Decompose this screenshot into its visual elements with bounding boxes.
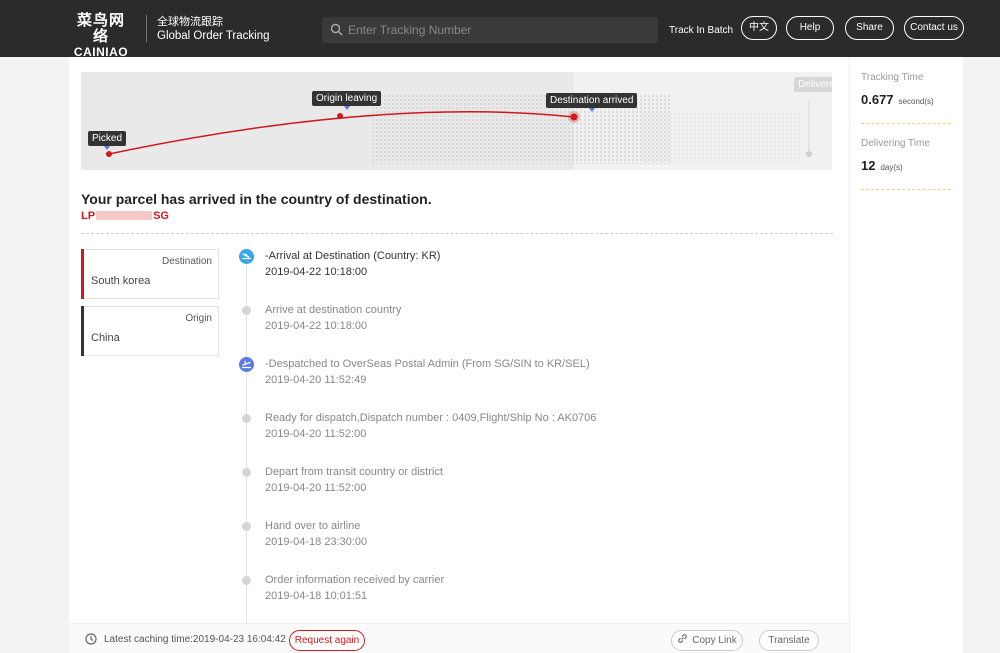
picked-point <box>106 151 112 157</box>
tracking-time-value: 0.677 second(s) <box>861 92 934 107</box>
tracking-time-label: Tracking Time <box>861 72 924 83</box>
plane-takeoff-icon <box>239 357 254 372</box>
copy-link-button[interactable]: Copy Link <box>671 630 743 651</box>
event-title: Ready for dispatch,Dispatch number : 040… <box>265 412 597 424</box>
cache-time-text: Latest caching time:2019-04-23 16:04:42 <box>104 634 286 645</box>
event-time: 2019-04-18 23:30:00 <box>265 536 368 548</box>
request-again-button[interactable]: Request again <box>289 630 365 651</box>
search-icon[interactable] <box>330 23 343 36</box>
tracking-number-input[interactable] <box>348 17 648 43</box>
event-title: Depart from transit country or district <box>265 466 443 478</box>
tracking-prefix: LP <box>81 210 96 222</box>
stage-tag-picked: Picked <box>88 131 127 150</box>
delivering-time-number: 12 <box>861 158 876 173</box>
tracking-number-redacted <box>96 211 153 220</box>
timeline-dot <box>242 306 251 315</box>
origin-accent-bar <box>81 306 84 356</box>
tracking-time-number: 0.677 <box>861 92 894 107</box>
contact-us-button[interactable]: Contact us <box>904 16 964 40</box>
help-button[interactable]: Help <box>786 16 834 40</box>
destination-value: South korea <box>91 275 151 287</box>
stage-tag-destination-arrived: Destination arrived <box>546 93 638 112</box>
footer-action-bar: Latest caching time:2019-04-23 16:04:42 … <box>69 623 849 653</box>
origin-label: Origin <box>185 313 212 324</box>
clock-icon <box>85 633 97 645</box>
route-curve <box>106 100 812 157</box>
logo-chinese: 菜鸟网络 <box>76 12 125 45</box>
copy-link-label: Copy Link <box>692 635 737 646</box>
origin-leaving-point <box>337 113 343 119</box>
delivering-time-label: Delivering Time <box>861 138 930 149</box>
tracking-number: LP SG <box>81 210 169 222</box>
cainiao-logo[interactable]: 菜鸟网络 CAINIAO <box>70 13 132 60</box>
event-title: Arrive at destination country <box>265 304 402 316</box>
track-in-batch-link[interactable]: Track In Batch <box>669 25 733 36</box>
event-time: 2019-04-18 10:01:51 <box>265 590 368 602</box>
timeline-dot <box>242 468 251 477</box>
stage-tag-origin-leaving: Origin leaving <box>312 91 382 110</box>
progress-map: Picked Origin leaving Destination arrive… <box>81 72 832 170</box>
stage-tag-delivered: Delivere <box>794 77 832 92</box>
stat-separator <box>861 189 951 190</box>
destination-arrived-point <box>570 113 578 121</box>
destination-accent-bar <box>81 249 84 299</box>
origin-card: Origin China <box>81 306 219 356</box>
search-box[interactable] <box>322 17 658 43</box>
event-time: 2019-04-22 10:18:00 <box>265 320 368 332</box>
subtitle-chinese: 全球物流跟踪 <box>157 16 223 28</box>
tracking-main-panel: Picked Origin leaving Destination arrive… <box>69 57 849 653</box>
event-title: Order information received by carrier <box>265 574 445 586</box>
top-header: 菜鸟网络 CAINIAO 全球物流跟踪 Global Order Trackin… <box>0 0 1000 60</box>
delivered-point <box>806 151 812 157</box>
subtitle-english: Global Order Tracking <box>157 30 270 42</box>
destination-card: Destination South korea <box>81 249 219 299</box>
timeline-line <box>246 257 247 653</box>
stat-separator <box>861 123 951 124</box>
parcel-status-title: Your parcel has arrived in the country o… <box>81 191 432 207</box>
destination-label: Destination <box>161 256 212 267</box>
stats-panel: Tracking Time 0.677 second(s) Delivering … <box>849 57 963 653</box>
translate-button[interactable]: Translate <box>759 630 819 651</box>
timeline-dot <box>242 576 251 585</box>
event-time: 2019-04-22 10:18:00 <box>265 266 368 278</box>
event-title: -Arrival at Destination (Country: KR) <box>265 250 441 262</box>
timeline-dot <box>242 414 251 423</box>
share-button[interactable]: Share <box>845 16 894 40</box>
tracking-suffix: SG <box>153 210 169 222</box>
site-subtitle: 全球物流跟踪 Global Order Tracking <box>157 15 270 43</box>
event-time: 2019-04-20 11:52:00 <box>265 428 367 440</box>
delivering-time-value: 12 day(s) <box>861 158 903 173</box>
origin-value: China <box>91 332 120 344</box>
timeline-dot <box>242 522 251 531</box>
language-button[interactable]: 中文 <box>741 16 777 40</box>
event-title: Hand over to airline <box>265 520 361 532</box>
delivering-time-unit: day(s) <box>880 163 903 172</box>
tracking-time-unit: second(s) <box>898 97 934 106</box>
plane-landing-icon <box>239 249 254 264</box>
event-time: 2019-04-20 11:52:00 <box>265 482 367 494</box>
event-title: -Despatched to OverSeas Postal Admin (Fr… <box>265 358 590 370</box>
link-icon <box>678 634 688 643</box>
logo-divider <box>146 15 147 42</box>
section-divider <box>81 233 833 234</box>
event-time: 2019-04-20 11:52:49 <box>265 374 367 386</box>
